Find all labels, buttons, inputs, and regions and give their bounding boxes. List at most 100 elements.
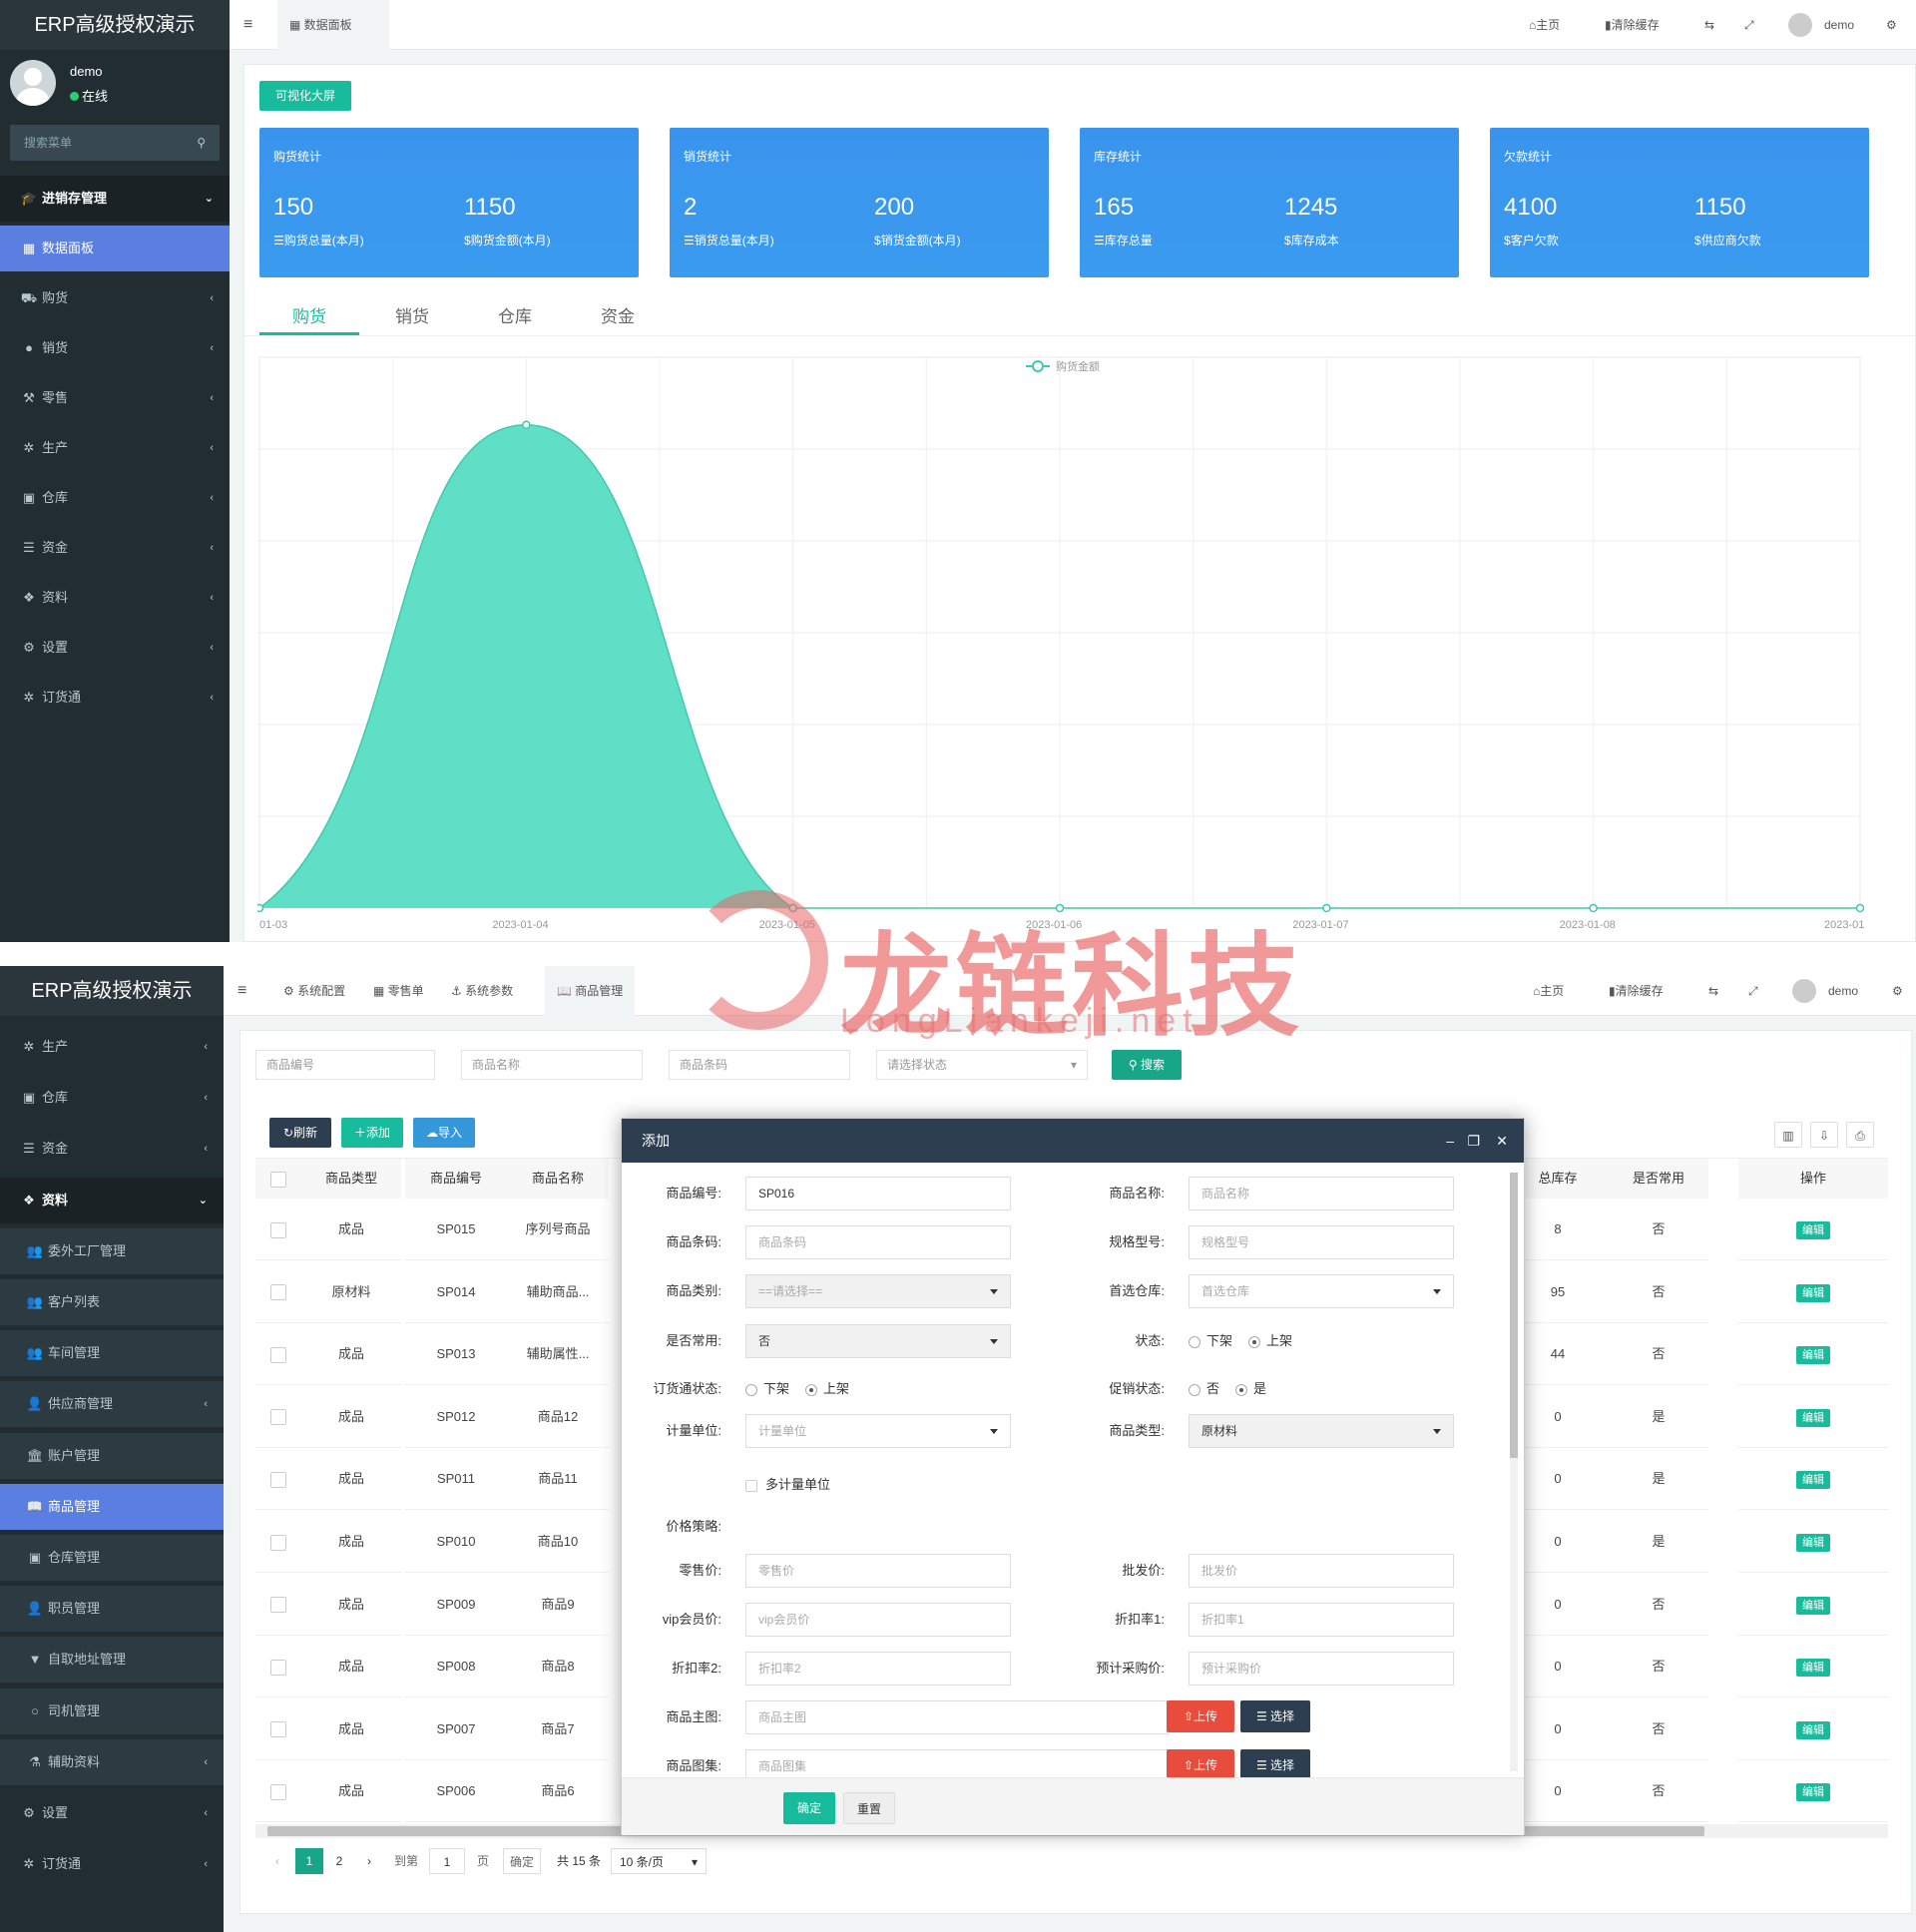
chart-tab-2[interactable]: 仓库 [465, 299, 565, 335]
menu-group-jxc[interactable]: 🎓 进销存管理 ⌄ [0, 176, 230, 222]
language-icon[interactable]: ⇆ [1708, 966, 1718, 1016]
filter-barcode-input[interactable]: 商品条码 [669, 1050, 850, 1080]
edit-button[interactable]: 编辑 [1796, 1408, 1830, 1427]
modal-scrollbar-thumb[interactable] [1510, 1173, 1518, 1458]
settings-gear-icon[interactable]: ⚙ [1886, 0, 1897, 50]
sidebar-item-7[interactable]: 👤 供应商管理 ‹ [0, 1381, 224, 1428]
header-tab-2[interactable]: ⚓ 系统参数 [439, 966, 525, 1016]
add-button[interactable]: ＋添加 [341, 1118, 403, 1148]
sidebar-item-5[interactable]: ▣ 仓库 ‹ [0, 475, 230, 521]
spec-input[interactable]: 规格型号 [1189, 1225, 1454, 1259]
radio-on[interactable] [1248, 1335, 1261, 1348]
sidebar-item-5[interactable]: 👥 客户列表 [0, 1279, 224, 1325]
next-page-icon[interactable]: › [359, 1848, 379, 1874]
import-button[interactable]: ☁导入 [413, 1118, 475, 1148]
sidebar-item-3[interactable]: ❖ 资料 ⌄ [0, 1177, 224, 1223]
page-input[interactable]: 1 [429, 1848, 465, 1874]
sidebar-item-6[interactable]: 👥 车间管理 [0, 1330, 224, 1377]
barcode-input[interactable]: 商品条码 [745, 1225, 1011, 1259]
column-header[interactable]: 商品编号 [405, 1159, 507, 1199]
sidebar-item-3[interactable]: ⚒ 零售 ‹ [0, 375, 230, 421]
page-confirm-button[interactable]: 确定 [503, 1848, 541, 1874]
retail-price-input[interactable]: 零售价 [745, 1554, 1011, 1588]
filter-name-input[interactable]: 商品名称 [461, 1050, 643, 1080]
sidebar-item-2[interactable]: ● 销货 ‹ [0, 325, 230, 371]
fullscreen-icon[interactable]: ⤢ [1748, 966, 1758, 1016]
select-all-checkbox[interactable] [270, 1171, 286, 1188]
row-checkbox[interactable] [270, 1471, 286, 1488]
edit-button[interactable]: 编辑 [1796, 1221, 1830, 1239]
row-checkbox[interactable] [270, 1221, 286, 1238]
sidebar-item-14[interactable]: ⚗ 辅助资料 ‹ [0, 1738, 224, 1785]
modal-scrollbar[interactable] [1510, 1173, 1518, 1771]
language-icon[interactable]: ⇆ [1704, 0, 1714, 50]
main-image-choose-button[interactable]: ☰ 选择 [1240, 1700, 1310, 1732]
big-screen-button[interactable]: 可视化大屏 [259, 81, 351, 111]
prev-page-icon[interactable]: ‹ [267, 1848, 287, 1874]
sidebar-item-4[interactable]: 👥 委外工厂管理 [0, 1227, 224, 1274]
wholesale-price-input[interactable]: 批发价 [1189, 1554, 1454, 1588]
sidebar-item-8[interactable]: ⚙ 设置 ‹ [0, 625, 230, 671]
sidebar-item-9[interactable]: 📖 商品管理 [0, 1483, 224, 1530]
page-1-button[interactable]: 1 [295, 1848, 323, 1874]
clear-cache-link[interactable]: ▮清除缓存 [1605, 0, 1660, 50]
fullscreen-icon[interactable]: ⤢ [1744, 0, 1754, 50]
edit-button[interactable]: 编辑 [1796, 1534, 1830, 1552]
sidebar-item-4[interactable]: ✲ 生产 ‹ [0, 425, 230, 471]
edit-button[interactable]: 编辑 [1796, 1659, 1830, 1678]
confirm-button[interactable]: 确定 [783, 1792, 835, 1824]
vip-price-input[interactable]: vip会员价 [745, 1603, 1011, 1637]
radio-on[interactable] [1235, 1383, 1248, 1396]
edit-button[interactable]: 编辑 [1796, 1346, 1830, 1365]
header-tab-0[interactable]: ⚙ 系统配置 [271, 966, 357, 1016]
product-type-select[interactable]: 原材料 [1189, 1414, 1454, 1448]
refresh-button[interactable]: ↻刷新 [269, 1118, 331, 1148]
column-header[interactable]: 商品类型 [301, 1159, 401, 1199]
discount1-input[interactable]: 折扣率1 [1189, 1603, 1454, 1637]
edit-button[interactable]: 编辑 [1796, 1720, 1830, 1739]
sidebar-item-11[interactable]: 👤 职员管理 [0, 1586, 224, 1633]
row-checkbox[interactable] [270, 1284, 286, 1301]
columns-icon[interactable]: ▥ [1774, 1122, 1802, 1148]
filter-code-input[interactable]: 商品编号 [255, 1050, 435, 1080]
chart-tab-0[interactable]: 购货 [259, 299, 359, 335]
radio-on[interactable] [805, 1383, 818, 1396]
sidebar-item-1[interactable]: ⛟ 购货 ‹ [0, 275, 230, 321]
per-page-select[interactable]: 10 条/页 ▾ [611, 1848, 707, 1874]
est-purchase-input[interactable]: 预计采购价 [1189, 1652, 1454, 1686]
main-image-upload-button[interactable]: ⇧上传 [1167, 1700, 1234, 1732]
unit-select[interactable]: 计量单位 [745, 1414, 1011, 1448]
sidebar-item-8[interactable]: 🏛 账户管理 [0, 1432, 224, 1479]
page-2-button[interactable]: 2 [325, 1848, 353, 1874]
header-tab-1[interactable]: ▦ 零售单 [361, 966, 436, 1016]
sidebar-item-6[interactable]: ☰ 资金 ‹ [0, 525, 230, 571]
sidebar-item-12[interactable]: ▼ 自取地址管理 [0, 1637, 224, 1684]
row-checkbox[interactable] [270, 1659, 286, 1676]
multi-unit-checkbox[interactable]: 多计量单位 [745, 1468, 830, 1502]
header-user[interactable]: demo [1824, 0, 1854, 50]
header-avatar[interactable] [1792, 979, 1816, 1003]
row-checkbox[interactable] [270, 1783, 286, 1800]
search-icon[interactable]: ⚲ [197, 125, 206, 161]
edit-button[interactable]: 编辑 [1796, 1471, 1830, 1490]
home-link[interactable]: ⌂主页 [1529, 0, 1560, 50]
sidebar-item-2[interactable]: ☰ 资金 ‹ [0, 1126, 224, 1172]
sidebar-item-9[interactable]: ✲ 订货通 ‹ [0, 675, 230, 721]
chart-legend[interactable]: 购货金额 [1026, 359, 1100, 373]
sidebar-item-13[interactable]: ○ 司机管理 [0, 1688, 224, 1734]
column-header[interactable]: 操作 [1738, 1159, 1888, 1199]
sidebar-item-10[interactable]: ▣ 仓库管理 [0, 1535, 224, 1581]
sidebar-item-15[interactable]: ⚙ 设置 ‹ [0, 1790, 224, 1836]
menu-search-input[interactable]: 搜索菜单 ⚲ [10, 125, 220, 161]
edit-button[interactable]: 编辑 [1796, 1596, 1830, 1615]
tab-dashboard[interactable]: ▦ 数据面板 [277, 0, 389, 50]
header-avatar[interactable] [1788, 13, 1812, 37]
sidebar-item-0[interactable]: ▦ 数据面板 [0, 226, 230, 271]
common-select[interactable]: 否 [745, 1324, 1011, 1358]
edit-button[interactable]: 编辑 [1796, 1783, 1830, 1802]
main-image-input[interactable]: 商品主图 [745, 1700, 1169, 1734]
menu-toggle-icon[interactable]: ≡ [238, 966, 246, 1016]
discount2-input[interactable]: 折扣率2 [745, 1652, 1011, 1686]
product-name-input[interactable]: 商品名称 [1189, 1177, 1454, 1210]
sidebar-item-7[interactable]: ❖ 资料 ‹ [0, 575, 230, 621]
